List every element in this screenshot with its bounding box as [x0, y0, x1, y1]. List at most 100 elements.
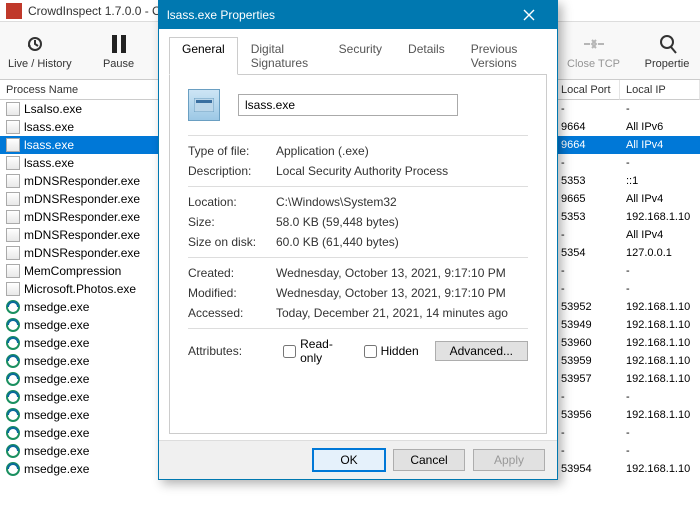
port-cell[interactable]: - — [555, 388, 620, 406]
process-name: lsass.exe — [24, 120, 74, 134]
tab-previous versions[interactable]: Previous Versions — [458, 37, 547, 74]
port-cell[interactable]: - — [555, 442, 620, 460]
file-icon — [6, 138, 20, 152]
close-tcp-icon — [582, 32, 606, 56]
ip-cell[interactable]: 192.168.1.10 — [620, 370, 700, 388]
local-port-header[interactable]: Local Port — [555, 80, 620, 100]
desc-label: Description: — [188, 164, 276, 178]
ip-cell[interactable]: 192.168.1.10 — [620, 460, 700, 478]
ip-cell[interactable]: 192.168.1.10 — [620, 316, 700, 334]
process-name: mDNSResponder.exe — [24, 210, 140, 224]
port-cell[interactable]: 53954 — [555, 460, 620, 478]
port-cell[interactable]: 9664 — [555, 136, 620, 154]
attr-label: Attributes: — [188, 344, 267, 358]
port-cell[interactable]: - — [555, 262, 620, 280]
file-icon — [6, 120, 20, 134]
ip-cell[interactable]: All IPv6 — [620, 118, 700, 136]
port-cell[interactable]: - — [555, 424, 620, 442]
created-label: Created: — [188, 266, 276, 280]
ip-cell[interactable]: 192.168.1.10 — [620, 208, 700, 226]
hidden-checkbox[interactable]: Hidden — [364, 344, 419, 358]
dialog-title-bar[interactable]: lsass.exe Properties — [159, 1, 557, 29]
port-cell[interactable]: - — [555, 226, 620, 244]
close-tcp-button[interactable]: Close TCP — [567, 32, 620, 70]
ip-cell[interactable]: All IPv4 — [620, 226, 700, 244]
file-icon — [188, 89, 220, 121]
ip-cell[interactable]: 192.168.1.10 — [620, 334, 700, 352]
divider — [188, 135, 528, 136]
ip-cell[interactable]: - — [620, 154, 700, 172]
type-label: Type of file: — [188, 144, 276, 158]
port-cell[interactable]: 9665 — [555, 190, 620, 208]
process-name: msedge.exe — [24, 300, 89, 314]
ip-cell[interactable]: All IPv4 — [620, 190, 700, 208]
ip-cell[interactable]: All IPv4 — [620, 136, 700, 154]
local-ip-column: Local IP -All IPv6All IPv4-::1All IPv419… — [620, 80, 700, 506]
edge-icon — [6, 426, 20, 440]
process-name: lsass.exe — [24, 156, 74, 170]
divider — [188, 257, 528, 258]
properties-button[interactable]: Propertie — [642, 32, 692, 70]
tab-digital signatures[interactable]: Digital Signatures — [238, 37, 326, 74]
ip-cell[interactable]: 127.0.0.1 — [620, 244, 700, 262]
port-cell[interactable]: 53960 — [555, 334, 620, 352]
process-name: msedge.exe — [24, 426, 89, 440]
ip-cell[interactable]: 192.168.1.10 — [620, 352, 700, 370]
dialog-buttons: OK Cancel Apply — [159, 440, 557, 479]
port-cell[interactable]: - — [555, 100, 620, 118]
ip-cell[interactable]: - — [620, 280, 700, 298]
edge-icon — [6, 318, 20, 332]
pause-button[interactable]: Pause — [94, 32, 144, 70]
process-name: msedge.exe — [24, 354, 89, 368]
ip-cell[interactable]: - — [620, 424, 700, 442]
process-name: msedge.exe — [24, 408, 89, 422]
ip-cell[interactable]: ::1 — [620, 172, 700, 190]
process-name: msedge.exe — [24, 462, 89, 476]
port-cell[interactable]: - — [555, 280, 620, 298]
local-ip-header[interactable]: Local IP — [620, 80, 700, 100]
ok-button[interactable]: OK — [313, 449, 385, 471]
cancel-button[interactable]: Cancel — [393, 449, 465, 471]
accessed-value: Today, December 21, 2021, 14 minutes ago — [276, 306, 528, 320]
tab-security[interactable]: Security — [326, 37, 395, 74]
app-icon — [6, 3, 22, 19]
ip-cell[interactable]: 192.168.1.10 — [620, 298, 700, 316]
port-cell[interactable]: 53957 — [555, 370, 620, 388]
edge-icon — [6, 300, 20, 314]
ip-cell[interactable]: - — [620, 100, 700, 118]
process-name: msedge.exe — [24, 390, 89, 404]
apply-button[interactable]: Apply — [473, 449, 545, 471]
size-label: Size: — [188, 215, 276, 229]
process-name: MemCompression — [24, 264, 121, 278]
ip-cell[interactable]: - — [620, 262, 700, 280]
port-cell[interactable]: 53959 — [555, 352, 620, 370]
port-cell[interactable]: 5354 — [555, 244, 620, 262]
pause-icon — [107, 32, 131, 56]
file-icon — [6, 228, 20, 242]
port-cell[interactable]: 53949 — [555, 316, 620, 334]
tab-details[interactable]: Details — [395, 37, 458, 74]
ip-cell[interactable]: 192.168.1.10 — [620, 406, 700, 424]
file-icon — [6, 156, 20, 170]
close-icon[interactable] — [509, 1, 549, 29]
port-cell[interactable]: 5353 — [555, 208, 620, 226]
filename-input[interactable] — [238, 94, 458, 116]
readonly-checkbox[interactable]: Read-only — [283, 337, 347, 365]
port-cell[interactable]: 5353 — [555, 172, 620, 190]
file-icon — [6, 192, 20, 206]
file-icon — [6, 264, 20, 278]
ip-cell[interactable]: - — [620, 442, 700, 460]
ip-cell[interactable]: - — [620, 388, 700, 406]
port-cell[interactable]: 53956 — [555, 406, 620, 424]
advanced-button[interactable]: Advanced... — [435, 341, 528, 361]
modified-label: Modified: — [188, 286, 276, 300]
port-cell[interactable]: - — [555, 154, 620, 172]
edge-icon — [6, 336, 20, 350]
port-cell[interactable]: 9664 — [555, 118, 620, 136]
port-cell[interactable]: 53952 — [555, 298, 620, 316]
tab-general[interactable]: General — [169, 37, 238, 75]
desc-value: Local Security Authority Process — [276, 164, 528, 178]
live-history-button[interactable]: Live / History — [8, 32, 72, 70]
divider — [188, 186, 528, 187]
process-name: LsaIso.exe — [24, 102, 82, 116]
